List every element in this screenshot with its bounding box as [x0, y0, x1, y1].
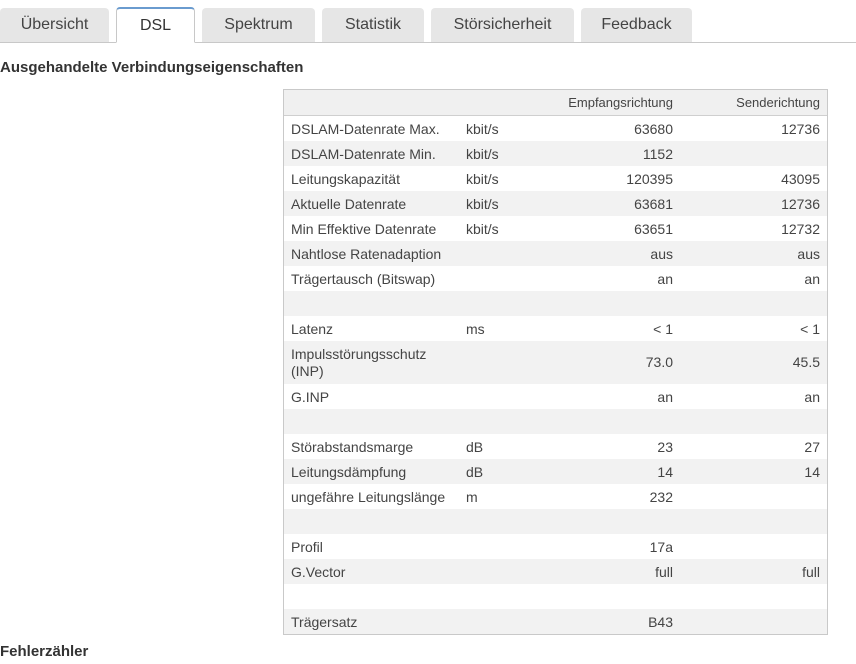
- table-row: Profil 17a: [284, 534, 827, 559]
- row-label: Latenz: [291, 321, 334, 337]
- tab-uebersicht[interactable]: Übersicht: [0, 8, 109, 42]
- section-title-connection-properties: Ausgehandelte Verbindungseigenschaften: [0, 59, 304, 76]
- row-value-down: 232: [649, 489, 673, 505]
- row-value-down: 73.0: [645, 354, 673, 370]
- row-label: Aktuelle Datenrate: [291, 196, 407, 212]
- tab-statistik[interactable]: Statistik: [322, 8, 424, 42]
- table-row: Störabstandsmarge dB 23 27: [284, 434, 827, 459]
- row-value-up: 45.5: [792, 354, 820, 370]
- row-value-down: an: [657, 389, 673, 405]
- tab-dsl[interactable]: DSL: [116, 7, 195, 43]
- row-label: G.Vector: [291, 564, 346, 580]
- table-body: DSLAM-Datenrate Max. kbit/s 63680 12736 DSLA…: [284, 116, 827, 634]
- table-row: Min Effektive Datenrate kbit/s 63651 12732: [284, 216, 827, 241]
- row-label: G.INP: [291, 389, 330, 405]
- row-label: Leitungskapazität: [291, 171, 400, 187]
- connection-properties-table: Empfangsrichtung Senderichtung DSLAM-Dat…: [283, 89, 828, 635]
- column-header-down: Empfangsrichtung: [568, 95, 673, 110]
- table-row: DSLAM-Datenrate Max. kbit/s 63680 12736: [284, 116, 827, 141]
- row-unit: kbit/s: [466, 171, 499, 187]
- row-value-down: 17a: [649, 539, 673, 555]
- table-row: DSLAM-Datenrate Min. kbit/s 1152: [284, 141, 827, 166]
- row-value-up: 43095: [781, 171, 820, 187]
- row-label: DSLAM-Datenrate Min.: [291, 146, 436, 162]
- row-value-down: 63651: [634, 221, 673, 237]
- row-value-up: 14: [804, 464, 820, 480]
- row-value-up: an: [804, 389, 820, 405]
- row-label: Nahtlose Ratenadaption: [291, 246, 442, 262]
- tab-label: DSL: [139, 16, 172, 34]
- row-value-up: 12736: [781, 121, 820, 137]
- table-row: Aktuelle Datenrate kbit/s 63681 12736: [284, 191, 827, 216]
- table-row: [284, 291, 827, 316]
- tab-bar: Übersicht DSL Spektrum Statistik Störsic…: [0, 0, 856, 43]
- row-value-up: 12732: [781, 221, 820, 237]
- table-row: Trägersatz B43: [284, 609, 827, 634]
- tab-label: Statistik: [344, 16, 401, 33]
- row-label: Profil: [291, 539, 323, 555]
- tab-spektrum[interactable]: Spektrum: [202, 8, 315, 42]
- table-row: G.INP an an: [284, 384, 827, 409]
- row-value-up: full: [802, 564, 820, 580]
- page: Übersicht DSL Spektrum Statistik Störsic…: [0, 0, 856, 664]
- row-value-down: B43: [648, 614, 673, 630]
- row-label: Trägersatz: [291, 614, 358, 630]
- tab-label: Übersicht: [20, 16, 89, 33]
- row-unit: dB: [466, 464, 484, 480]
- row-value-down: < 1: [653, 321, 673, 337]
- row-label: Impulsstörungsschutz (INP): [291, 346, 427, 379]
- row-unit: kbit/s: [466, 221, 499, 237]
- row-unit: ms: [466, 321, 485, 337]
- table-row: G.Vector full full: [284, 559, 827, 584]
- row-value-up: 12736: [781, 196, 820, 212]
- tab-label: Störsicherheit: [453, 16, 552, 33]
- row-label: Störabstandsmarge: [291, 439, 414, 455]
- row-value-up: an: [804, 271, 820, 287]
- row-unit: kbit/s: [466, 121, 499, 137]
- tab-label: Feedback: [601, 16, 672, 33]
- table-row: ungefähre Leitungslänge m 232: [284, 484, 827, 509]
- tab-feedback[interactable]: Feedback: [581, 8, 692, 42]
- row-value-down: 1152: [642, 146, 673, 162]
- row-value-down: 63680: [634, 121, 673, 137]
- table-row: Leitungskapazität kbit/s 120395 43095: [284, 166, 827, 191]
- row-value-up: aus: [797, 246, 820, 262]
- row-label: Leitungsdämpfung: [291, 464, 407, 480]
- row-value-down: full: [655, 564, 673, 580]
- row-unit: kbit/s: [466, 146, 499, 162]
- table-header: Empfangsrichtung Senderichtung: [284, 90, 827, 116]
- row-unit: m: [466, 489, 478, 505]
- tab-stoersicherheit[interactable]: Störsicherheit: [431, 8, 574, 42]
- table-row: Latenz ms < 1 < 1: [284, 316, 827, 341]
- row-value-down: 23: [657, 439, 673, 455]
- table-row: [284, 409, 827, 434]
- row-label: DSLAM-Datenrate Max.: [291, 121, 440, 137]
- column-header-up: Senderichtung: [736, 95, 820, 110]
- row-value-down: 63681: [634, 196, 673, 212]
- row-value-up: < 1: [800, 321, 820, 337]
- row-label: ungefähre Leitungslänge: [291, 489, 446, 505]
- row-value-up: 27: [804, 439, 820, 455]
- row-unit: dB: [466, 439, 484, 455]
- table-row: Trägertausch (Bitswap) an an: [284, 266, 827, 291]
- table-row: [284, 509, 827, 534]
- row-label: Trägertausch (Bitswap): [291, 271, 436, 287]
- section-title-error-counters: Fehlerzähler: [0, 643, 89, 660]
- row-value-down: 14: [657, 464, 673, 480]
- row-value-down: aus: [650, 246, 673, 262]
- table-row: Leitungsdämpfung dB 14 14: [284, 459, 827, 484]
- row-value-down: 120395: [626, 171, 673, 187]
- row-label: Min Effektive Datenrate: [291, 221, 437, 237]
- table-row: [284, 584, 827, 609]
- tab-label: Spektrum: [224, 16, 293, 33]
- table-row: Nahtlose Ratenadaption aus aus: [284, 241, 827, 266]
- row-unit: kbit/s: [466, 196, 499, 212]
- row-value-down: an: [657, 271, 673, 287]
- table-row: Impulsstörungsschutz (INP) 73.0 45.5: [284, 341, 827, 384]
